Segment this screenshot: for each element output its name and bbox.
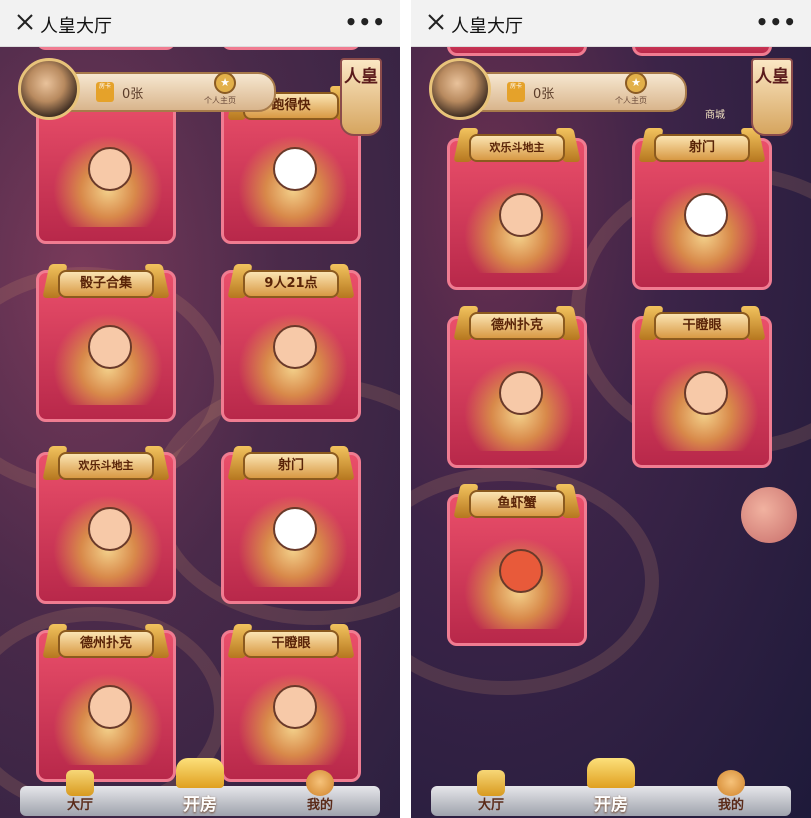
screen-right: 人皇大厅 ••• 房卡 0张 ★ 个人主页 商城 人皇 欢乐斗地主 射门 德州扑 (411, 0, 811, 818)
dice-icon (66, 770, 94, 796)
game-art (649, 359, 759, 451)
avatar[interactable] (429, 58, 491, 120)
game-art (53, 313, 163, 405)
nav-create-room[interactable]: 开房 (561, 758, 661, 816)
bottom-nav: 大厅 开房 我的 (20, 758, 380, 816)
page-title: 人皇大厅 (40, 16, 112, 37)
game-title: 鱼虾蟹 (469, 490, 565, 518)
room-card-count: 0张 (122, 87, 144, 102)
game-art (649, 181, 759, 273)
personal-center-label[interactable]: 个人主页 (204, 95, 236, 106)
more-options-icon[interactable]: ••• (756, 10, 797, 34)
game-banner: 干瞪眼 (638, 306, 766, 344)
game-art (238, 673, 348, 765)
app-header: 人皇大厅 ••• (0, 0, 400, 47)
room-card-icon: 房卡 (507, 82, 525, 102)
game-art (53, 495, 163, 587)
close-icon[interactable] (423, 9, 449, 35)
bottom-nav: 大厅 开房 我的 (431, 758, 791, 816)
star-icon[interactable]: ★ (625, 72, 647, 94)
game-title: 干瞪眼 (243, 630, 339, 658)
game-title: 干瞪眼 (654, 312, 750, 340)
crown-sofa-icon (587, 758, 635, 788)
game-banner: 9人21点 (227, 264, 355, 302)
game-art (464, 537, 574, 629)
game-title: 德州扑克 (58, 630, 154, 658)
brand-logo: 人皇 (340, 58, 382, 136)
game-banner: 鱼虾蟹 (453, 484, 581, 522)
star-icon[interactable]: ★ (214, 72, 236, 94)
user-bar: 房卡 0张 ★ 个人主页 人皇 (18, 58, 382, 136)
game-banner: 欢乐斗地主 (453, 128, 581, 166)
nav-hall[interactable]: 大厅 (441, 770, 541, 816)
nav-create-room-label: 开房 (183, 795, 217, 815)
screen-left: 人皇大厅 ••• 房卡 0张 ★ 个人主页 人皇 跑得快 骰子合集 9人21点 … (0, 0, 400, 818)
personal-center-label[interactable]: 个人主页 (615, 95, 647, 106)
nav-create-room-label: 开房 (594, 795, 628, 815)
close-icon[interactable] (12, 9, 38, 35)
game-art (238, 135, 348, 227)
nav-mine-label: 我的 (306, 798, 333, 813)
game-art (53, 135, 163, 227)
game-art (464, 359, 574, 451)
nav-create-room[interactable]: 开房 (150, 758, 250, 816)
nav-hall[interactable]: 大厅 (30, 770, 130, 816)
profile-icon (717, 770, 745, 796)
game-art (238, 495, 348, 587)
moon-decoration (741, 487, 797, 543)
room-card-icon: 房卡 (96, 82, 114, 102)
nav-mine[interactable]: 我的 (681, 770, 781, 816)
user-info-pill (54, 72, 276, 112)
dice-icon (477, 770, 505, 796)
game-art (464, 181, 574, 273)
game-banner: 欢乐斗地主 (42, 446, 170, 484)
game-banner: 骰子合集 (42, 264, 170, 302)
game-banner: 干瞪眼 (227, 624, 355, 662)
game-title: 欢乐斗地主 (469, 134, 565, 162)
game-banner: 德州扑克 (453, 306, 581, 344)
nav-mine[interactable]: 我的 (270, 770, 370, 816)
page-title: 人皇大厅 (451, 16, 523, 37)
more-options-icon[interactable]: ••• (345, 10, 386, 34)
crown-sofa-icon (176, 758, 224, 788)
nav-mine-label: 我的 (717, 798, 744, 813)
game-banner: 射门 (638, 128, 766, 166)
game-title: 射门 (654, 134, 750, 162)
game-banner: 德州扑克 (42, 624, 170, 662)
game-art (53, 673, 163, 765)
game-title: 德州扑克 (469, 312, 565, 340)
shop-label[interactable]: 商城 (705, 106, 725, 121)
profile-icon (306, 770, 334, 796)
user-bar: 房卡 0张 ★ 个人主页 商城 人皇 (429, 58, 793, 136)
avatar[interactable] (18, 58, 80, 120)
nav-hall-label: 大厅 (477, 798, 504, 813)
room-card-count: 0张 (533, 87, 555, 102)
game-title: 射门 (243, 452, 339, 480)
game-title: 骰子合集 (58, 270, 154, 298)
app-header: 人皇大厅 ••• (411, 0, 811, 47)
game-title: 欢乐斗地主 (58, 452, 154, 480)
nav-hall-label: 大厅 (66, 798, 93, 813)
game-art (238, 313, 348, 405)
game-title: 9人21点 (243, 270, 339, 298)
user-info-pill (465, 72, 687, 112)
game-banner: 射门 (227, 446, 355, 484)
brand-logo: 人皇 (751, 58, 793, 136)
